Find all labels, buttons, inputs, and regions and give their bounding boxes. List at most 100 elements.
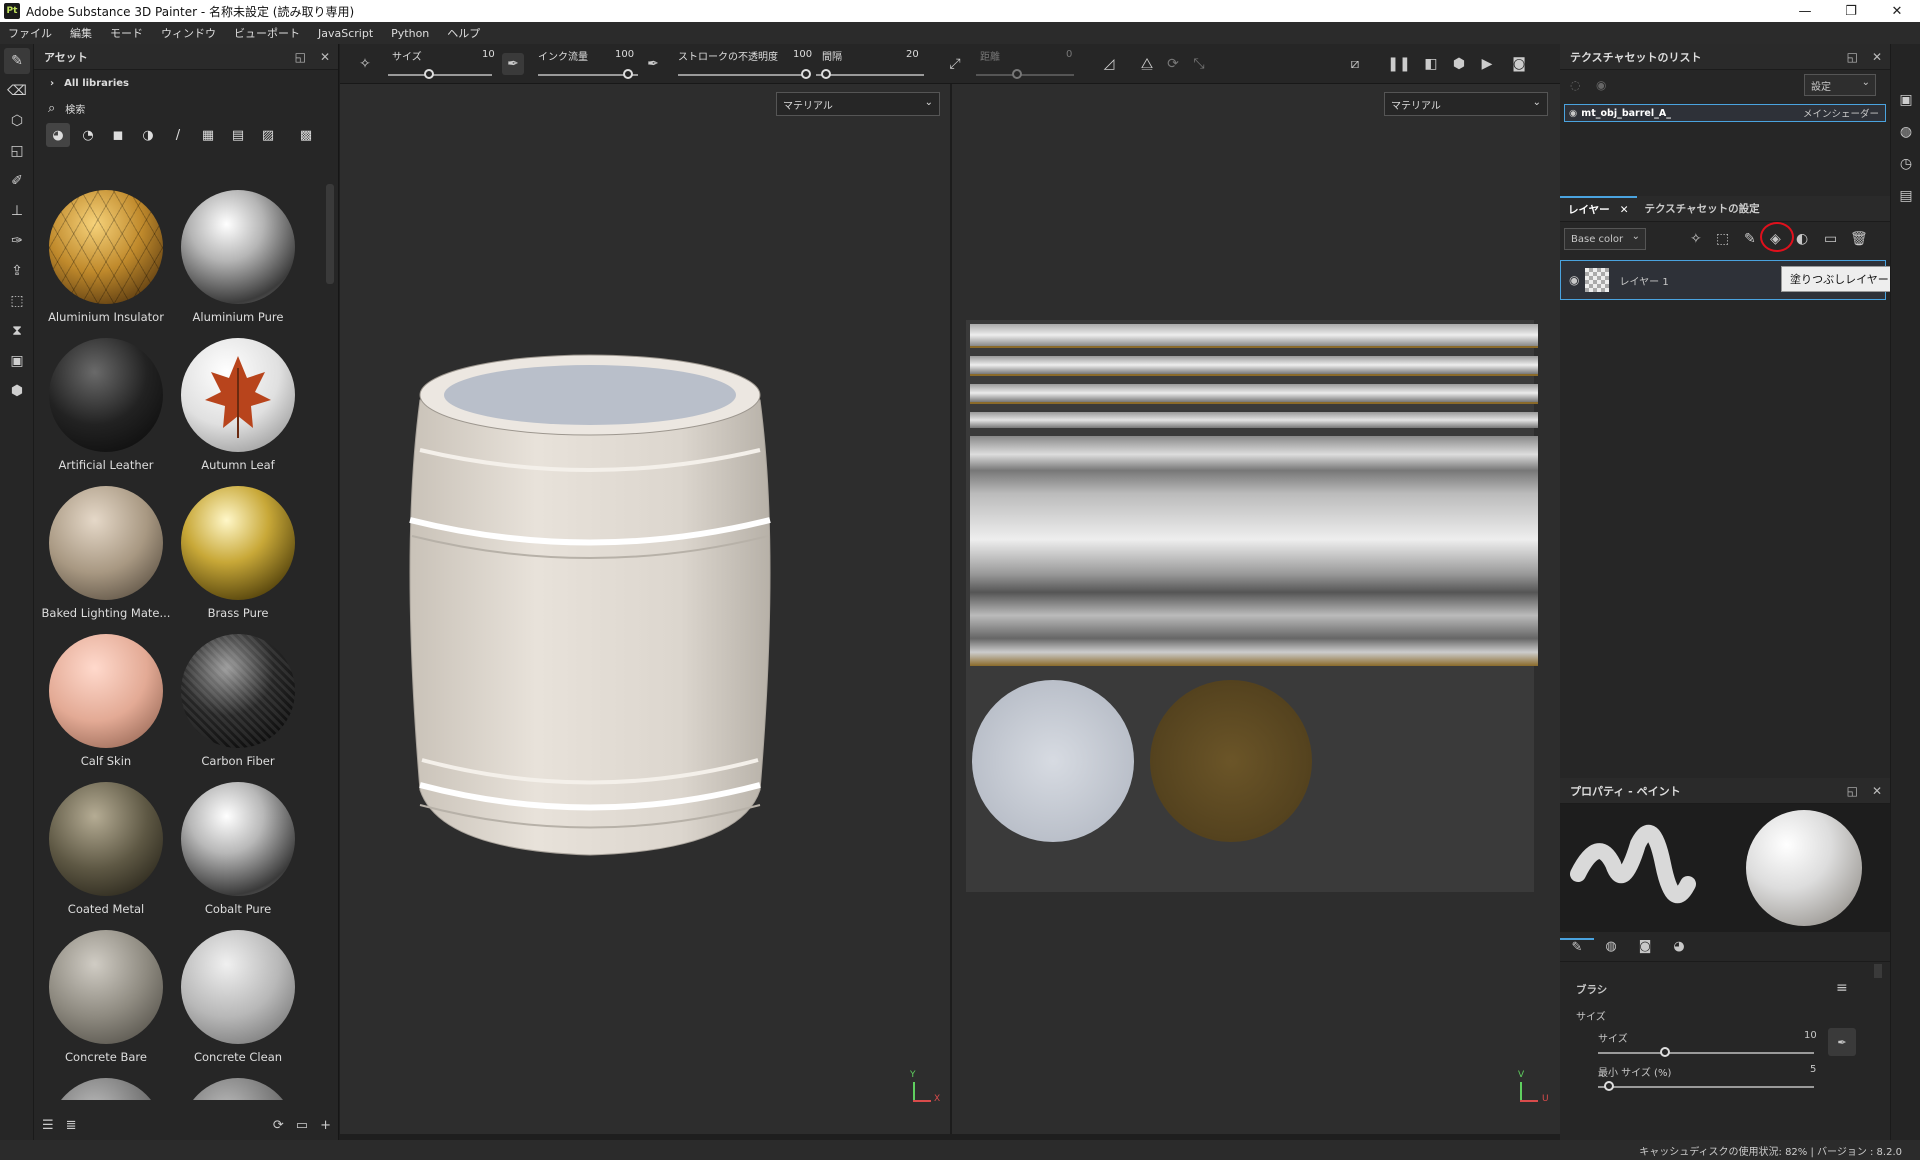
- flow-slider-knob[interactable]: [623, 69, 633, 79]
- geometry-mask-icon[interactable]: ◱: [4, 138, 30, 164]
- menu-edit[interactable]: 編集: [70, 25, 92, 41]
- asset-tile[interactable]: Carbon Fiber: [172, 624, 304, 772]
- textureset-settings-select[interactable]: 設定 ⌄: [1804, 74, 1876, 96]
- menu-mode[interactable]: モード: [110, 25, 143, 41]
- asset-tile[interactable]: Coated Metal: [40, 772, 172, 920]
- shader-icon[interactable]: ⬢: [4, 378, 30, 404]
- opacity-pen-icon[interactable]: ✒: [642, 53, 664, 75]
- add-smart-material-icon[interactable]: ◐: [1796, 231, 1808, 247]
- size-slider-knob[interactable]: [424, 69, 434, 79]
- minimize-button[interactable]: —: [1782, 0, 1828, 22]
- color-picker-icon[interactable]: ✑: [4, 228, 30, 254]
- folder-icon[interactable]: ▭: [296, 1118, 308, 1133]
- asset-search[interactable]: ⌕ 検索: [34, 96, 338, 120]
- projection-mode-icon[interactable]: ⤡: [1188, 53, 1210, 75]
- menu-file[interactable]: ファイル: [8, 25, 52, 41]
- menu-viewport[interactable]: ビューポート: [234, 25, 300, 41]
- layer-name[interactable]: レイヤー 1: [1619, 273, 1668, 288]
- properties-scrollbar[interactable]: [1874, 964, 1882, 978]
- eye-icon[interactable]: ◉: [1569, 273, 1579, 287]
- pause-icon[interactable]: ❚❚: [1387, 53, 1410, 75]
- float-panel-icon[interactable]: ◱: [1847, 50, 1858, 64]
- close-panel-icon[interactable]: ✕: [320, 50, 330, 64]
- tab-layers[interactable]: レイヤー ✕: [1560, 196, 1637, 221]
- filter-materials-icon[interactable]: ◕: [46, 123, 70, 147]
- eye-icon[interactable]: ◉: [1569, 108, 1577, 119]
- filter-textures-icon[interactable]: ▦: [196, 123, 220, 147]
- search-input[interactable]: 検索: [65, 101, 85, 116]
- asset-tile[interactable]: Concrete Bare: [40, 920, 172, 1068]
- close-panel-icon[interactable]: ✕: [1872, 784, 1882, 798]
- stencil-tab-icon[interactable]: ◙: [1628, 939, 1662, 954]
- menu-icon[interactable]: ≡: [1836, 980, 1848, 996]
- asset-tile[interactable]: Baked Lighting Mate...: [40, 476, 172, 624]
- viewport-3d[interactable]: マテリアル ⌄ Y X: [340, 84, 950, 1134]
- history-icon[interactable]: ◷: [1891, 148, 1920, 180]
- delete-layer-icon[interactable]: 🗑: [1850, 231, 1868, 247]
- library-selector[interactable]: › All libraries: [34, 70, 338, 96]
- filter-masks-icon[interactable]: ◼: [106, 123, 130, 147]
- list-view-icon[interactable]: ☰: [42, 1118, 54, 1133]
- projection-icon[interactable]: ⬡: [4, 108, 30, 134]
- paint-brush-icon[interactable]: ✎: [4, 48, 30, 74]
- asset-tile[interactable]: [172, 1068, 304, 1100]
- pen-pressure-icon[interactable]: ✒: [1828, 1028, 1856, 1056]
- channel-select[interactable]: Base color ⌄: [1564, 228, 1646, 250]
- camera-icon[interactable]: ▶: [1476, 53, 1498, 75]
- asset-tile[interactable]: [40, 1068, 172, 1100]
- eraser-icon[interactable]: ⌫: [4, 78, 30, 104]
- material-tab-icon[interactable]: ◕: [1662, 939, 1696, 954]
- float-panel-icon[interactable]: ◱: [295, 50, 306, 64]
- pen-pressure-icon[interactable]: ✒: [502, 53, 524, 75]
- log-icon[interactable]: ▤: [1891, 180, 1920, 212]
- eye-icon[interactable]: ◉: [1596, 78, 1606, 92]
- display-icon[interactable]: ▣: [1891, 84, 1920, 116]
- symmetry-icon[interactable]: ⧋: [1136, 53, 1158, 75]
- effects-wand-icon[interactable]: ✧: [1690, 231, 1702, 247]
- add-mask-icon[interactable]: ⬚: [1716, 231, 1729, 247]
- close-button[interactable]: ✕: [1874, 0, 1920, 22]
- prop-min-size-slider[interactable]: [1598, 1086, 1814, 1088]
- shader-settings-icon[interactable]: ◍: [1891, 116, 1920, 148]
- filter-filters-icon[interactable]: ◑: [136, 123, 160, 147]
- textureset-shader[interactable]: メインシェーダー: [1803, 106, 1879, 120]
- visibility-icon[interactable]: ◌: [1570, 78, 1580, 92]
- close-tab-icon[interactable]: ✕: [1620, 204, 1629, 216]
- filter-smart-materials-icon[interactable]: ◔: [76, 123, 100, 147]
- menu-window[interactable]: ウィンドウ: [161, 25, 216, 41]
- opacity-slider[interactable]: [678, 74, 808, 76]
- filter-list-icon[interactable]: ≣: [66, 1118, 77, 1133]
- restore-button[interactable]: ❐: [1828, 0, 1874, 22]
- asset-tile[interactable]: Cobalt Pure: [172, 772, 304, 920]
- filter-brushes-icon[interactable]: /: [166, 123, 190, 147]
- viewport-2d[interactable]: マテリアル ⌄ V U: [952, 84, 1560, 1134]
- menu-help[interactable]: ヘルプ: [447, 25, 480, 41]
- asset-tile[interactable]: Concrete Clean: [172, 920, 304, 1068]
- prop-min-size-knob[interactable]: [1604, 1081, 1614, 1091]
- filter-environment-icon[interactable]: ▨: [256, 123, 280, 147]
- hourglass-icon[interactable]: ⧗: [4, 318, 30, 344]
- bake-icon[interactable]: ⬚: [4, 288, 30, 314]
- distance-slider-knob[interactable]: [1012, 69, 1022, 79]
- spacing-slider[interactable]: [816, 74, 924, 76]
- brush-preset-icon[interactable]: ✧: [354, 53, 376, 75]
- prop-size-slider[interactable]: [1598, 1052, 1814, 1054]
- menu-javascript[interactable]: JavaScript: [318, 27, 373, 40]
- asset-tile[interactable]: Autumn Leaf: [172, 328, 304, 476]
- asset-scrollbar[interactable]: [326, 184, 334, 284]
- smudge-icon[interactable]: ✐: [4, 168, 30, 194]
- viewport-3d-material-select[interactable]: マテリアル ⌄: [776, 92, 940, 116]
- asset-tile[interactable]: Artificial Leather: [40, 328, 172, 476]
- asset-tile[interactable]: Brass Pure: [172, 476, 304, 624]
- filter-grid-icon[interactable]: ▤: [226, 123, 250, 147]
- screenshot-icon[interactable]: ◙: [1508, 53, 1530, 75]
- hide-overlay-icon[interactable]: ⧄: [1344, 53, 1366, 75]
- refresh-icon[interactable]: ⟳: [273, 1118, 284, 1133]
- asset-tile[interactable]: Aluminium Insulator: [40, 180, 172, 328]
- view-grid-icon[interactable]: ▩: [294, 123, 318, 147]
- distance-slider[interactable]: [976, 74, 1074, 76]
- alignment-icon[interactable]: ◿: [1098, 53, 1120, 75]
- tab-textureset-settings[interactable]: テクスチャセットの設定: [1637, 196, 1768, 221]
- add-folder-icon[interactable]: ▭: [1824, 231, 1837, 247]
- lazy-mouse-icon[interactable]: ⤢: [944, 53, 966, 75]
